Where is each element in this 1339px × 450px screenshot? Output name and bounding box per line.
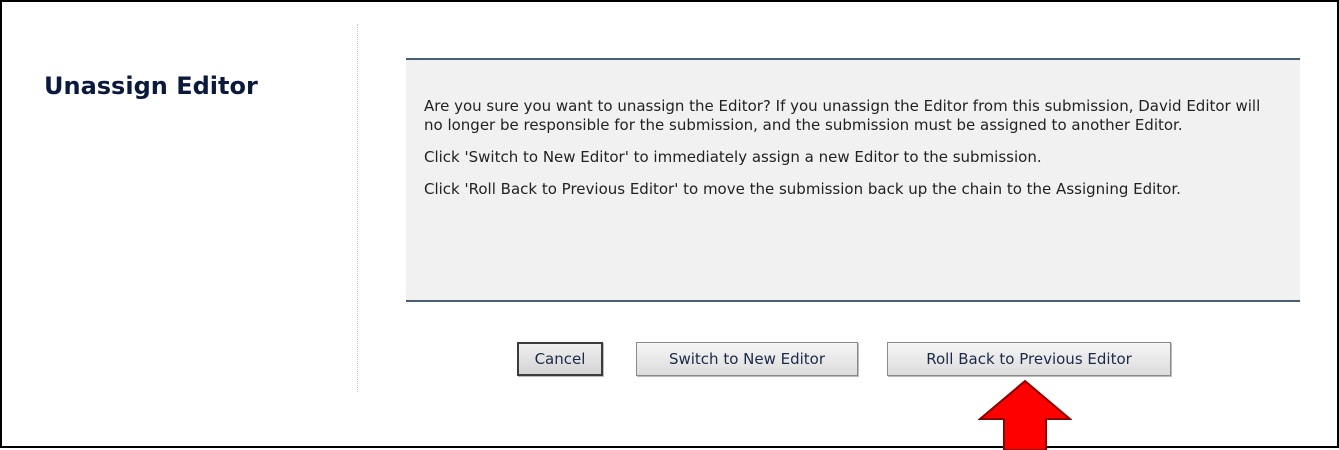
switch-to-new-editor-button[interactable]: Switch to New Editor — [636, 342, 858, 376]
message-paragraph-rollback-help: Click 'Roll Back to Previous Editor' to … — [424, 180, 1181, 198]
vertical-divider — [357, 24, 358, 392]
dialog-frame: Unassign Editor Are you sure you want to… — [0, 0, 1339, 450]
confirmation-message-box: Are you sure you want to unassign the Ed… — [406, 58, 1300, 302]
roll-back-to-previous-editor-button[interactable]: Roll Back to Previous Editor — [887, 342, 1171, 376]
button-row: Cancel Switch to New Editor Roll Back to… — [2, 342, 1339, 382]
message-paragraph-switch-help: Click 'Switch to New Editor' to immediat… — [424, 148, 1042, 166]
red-up-arrow-icon — [978, 379, 1072, 450]
page-title: Unassign Editor — [44, 72, 258, 100]
message-paragraph-warning: Are you sure you want to unassign the Ed… — [424, 97, 1261, 134]
cancel-button[interactable]: Cancel — [517, 342, 603, 376]
